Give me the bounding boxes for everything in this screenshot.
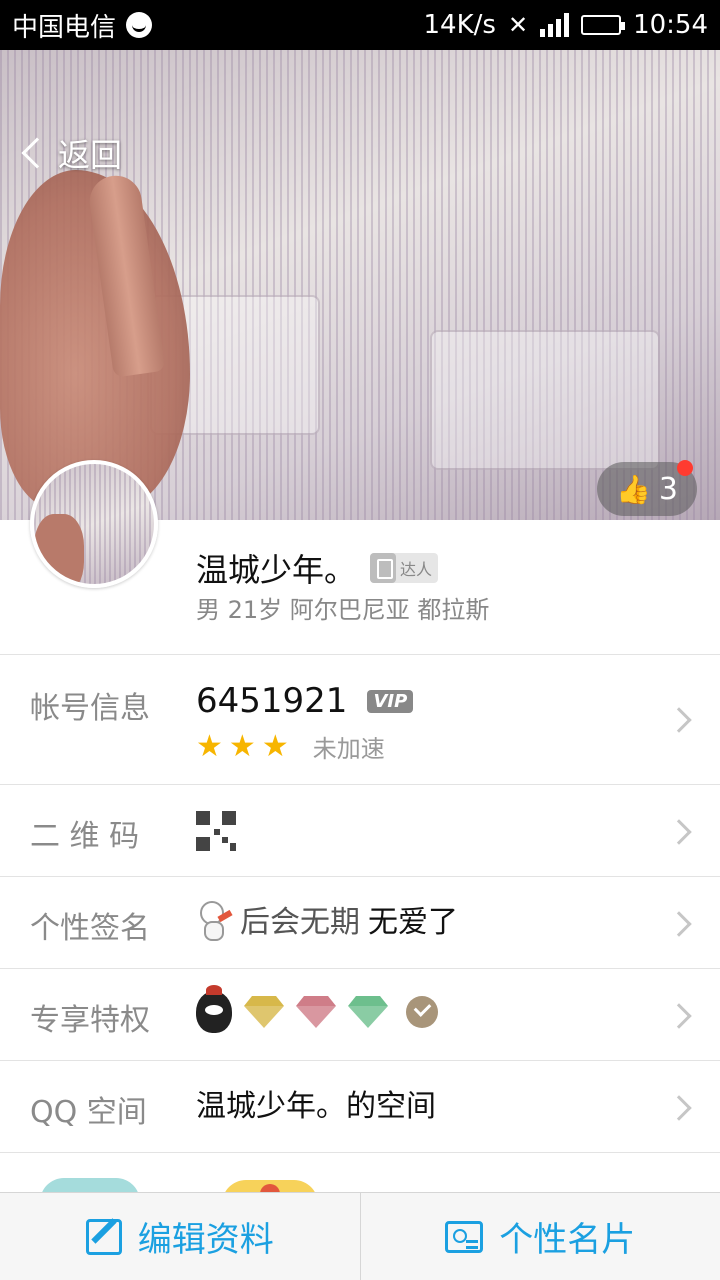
- signature-row[interactable]: 个性签名 后会无期 无爱了: [0, 876, 720, 968]
- accel-status: 未加速: [312, 735, 385, 763]
- vip-badge: VIP: [367, 689, 414, 713]
- net-speed: 14K/s: [423, 10, 496, 40]
- signal-icon: [540, 13, 570, 37]
- star-icon: ★: [196, 728, 223, 764]
- star-icon: ★: [228, 728, 256, 764]
- account-info-label: 帐号信息: [30, 691, 150, 726]
- qrcode-icon: [196, 811, 236, 851]
- back-button[interactable]: 返回: [18, 130, 122, 176]
- qrcode-row[interactable]: 二 维 码: [0, 784, 720, 876]
- clock: 10:54: [633, 10, 708, 40]
- qrcode-label: 二 维 码: [30, 819, 140, 854]
- notification-icon: [126, 12, 153, 38]
- nickname: 温城少年。: [196, 551, 357, 589]
- signature-label: 个性签名: [30, 911, 150, 946]
- chevron-right-icon: [666, 1095, 692, 1121]
- chevron-right-icon: [666, 819, 692, 845]
- privileges-row[interactable]: 专享特权: [0, 968, 720, 1060]
- profile-card-button[interactable]: 个性名片: [359, 1193, 720, 1280]
- expert-badge[interactable]: 达人: [370, 553, 439, 583]
- qzone-value: 温城少年。的空间: [196, 1089, 436, 1124]
- chevron-left-icon: [21, 137, 53, 169]
- star-icon: ★: [261, 728, 289, 764]
- expert-badge-label: 达人: [400, 560, 433, 579]
- thumbs-up-icon: 👍: [616, 472, 651, 506]
- chevron-right-icon: [666, 707, 692, 733]
- check-badge-icon: [406, 996, 438, 1028]
- privileges-label: 专享特权: [30, 1003, 150, 1038]
- chevron-right-icon: [666, 911, 692, 937]
- profile-name-row: 温城少年。 达人: [196, 545, 439, 591]
- phone-medal-icon: [370, 553, 397, 583]
- green-diamond-icon: [348, 996, 388, 1028]
- qzone-label: QQ 空间: [30, 1095, 147, 1130]
- edit-profile-button[interactable]: 编辑资料: [0, 1193, 360, 1280]
- chevron-right-icon: [666, 1003, 692, 1029]
- carrier-label: 中国电信: [12, 12, 117, 43]
- mute-icon: ✕: [507, 11, 529, 39]
- signature-text-part1: 后会无期: [240, 905, 360, 940]
- like-button[interactable]: 👍 3: [597, 460, 697, 516]
- back-label: 返回: [58, 136, 123, 174]
- shirt-pocket-right: [430, 330, 660, 470]
- bottom-action-bar: 编辑资料 个性名片: [0, 1192, 720, 1280]
- profile-card-label: 个性名片: [499, 1220, 636, 1260]
- battery-icon: [581, 15, 626, 35]
- doodle-figure-icon: [196, 899, 233, 941]
- penguin-icon: [196, 985, 232, 1033]
- new-like-dot: [677, 460, 693, 476]
- like-count: 3: [658, 471, 678, 507]
- qzone-row[interactable]: QQ 空间 温城少年。的空间: [0, 1060, 720, 1152]
- edit-icon: [85, 1218, 122, 1255]
- avatar-hand-graphic: [34, 514, 84, 584]
- signature-text-part2: 无爱了: [368, 905, 458, 940]
- red-diamond-icon: [296, 996, 336, 1028]
- profile-info-list: 帐号信息 6451921 VIP ★ ★ ★ 未加速 二 维 码 个性签名 后会…: [0, 654, 720, 1212]
- profile-meta: 男 21岁 阿尔巴尼亚 都拉斯: [196, 596, 490, 624]
- edit-profile-label: 编辑资料: [137, 1220, 274, 1260]
- account-info-row[interactable]: 帐号信息 6451921 VIP ★ ★ ★ 未加速: [0, 654, 720, 784]
- qq-number: 6451921: [196, 681, 348, 721]
- card-icon: [445, 1220, 484, 1253]
- cover-photo[interactable]: 返回 👍 3: [0, 50, 720, 520]
- avatar[interactable]: [30, 460, 158, 588]
- level-stars: ★ ★ ★ 未加速: [196, 729, 413, 764]
- gold-diamond-icon: [244, 996, 284, 1028]
- status-bar: 中国电信 14K/s ✕ 10:54: [0, 0, 720, 50]
